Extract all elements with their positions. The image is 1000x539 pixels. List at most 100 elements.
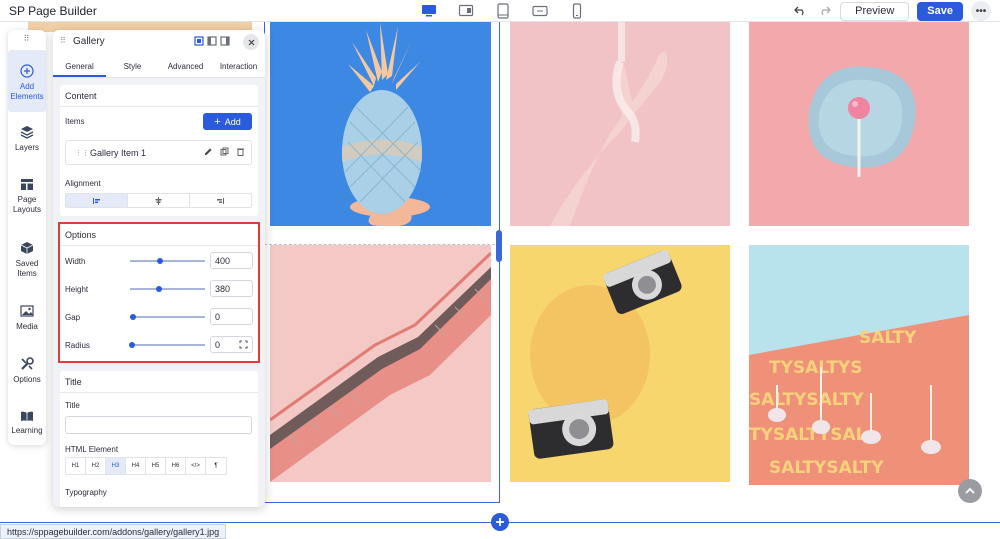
gallery-image-pineapple[interactable]	[270, 22, 491, 226]
panel-title: Gallery	[73, 36, 105, 47]
book-icon	[21, 411, 33, 421]
scroll-to-top-button[interactable]	[958, 479, 982, 503]
align-center-button[interactable]	[128, 194, 190, 207]
rail-item-add-elements[interactable]: Add Elements	[8, 50, 46, 112]
gallery-settings-panel: ⠿ Gallery General Style Advanced Interac…	[53, 30, 265, 507]
rail-item-page-layouts[interactable]: Page Layouts	[8, 178, 46, 215]
layout-icon	[21, 179, 33, 190]
gallery-image-cameras[interactable]	[510, 245, 730, 482]
items-label: Items	[65, 117, 85, 126]
trash-icon[interactable]	[236, 147, 245, 156]
app-title: SP Page Builder	[9, 4, 97, 18]
tablet-landscape-icon	[532, 5, 548, 17]
typography-label: Typography	[65, 488, 107, 497]
lollipop-illustration	[749, 22, 969, 226]
gallery-image-escalator[interactable]	[270, 245, 491, 482]
panel-header: ⠿ Gallery	[53, 30, 265, 54]
rail-item-media[interactable]: Media	[8, 305, 46, 332]
gallery-image-lollipop[interactable]	[749, 22, 969, 226]
close-icon	[248, 39, 254, 45]
top-actions: Preview Save •••	[792, 1, 991, 21]
gallery-image-salty[interactable]: SALTY TYSALTYS SALTYSALTY TYSALTYSAL SAL…	[749, 245, 969, 485]
tag-h2-button[interactable]: H2	[86, 458, 106, 474]
dock-right-icon[interactable]	[220, 36, 230, 46]
panel-drag-handle[interactable]: ⠿	[60, 36, 66, 45]
tab-style[interactable]: Style	[106, 54, 159, 77]
row-divider	[264, 244, 500, 245]
mobile-view-button[interactable]	[568, 2, 586, 20]
hand-illustration	[510, 22, 730, 226]
tablet-view-button[interactable]	[494, 2, 512, 20]
rail-item-learning[interactable]: Learning	[8, 410, 46, 436]
chevron-up-icon	[965, 487, 975, 494]
options-highlight-box	[58, 222, 260, 363]
tag-code-button[interactable]: </>	[186, 458, 206, 474]
rail-item-layers[interactable]: Layers	[8, 125, 46, 153]
column-resize-handle[interactable]	[496, 230, 502, 262]
tag-h4-button[interactable]: H4	[126, 458, 146, 474]
tab-general[interactable]: General	[53, 54, 106, 77]
mobile-icon	[572, 3, 582, 19]
rail-item-label: Page	[17, 195, 37, 204]
plus-icon: +	[214, 115, 221, 128]
rail-item-label: Options	[13, 375, 41, 384]
redo-button[interactable]	[816, 2, 832, 20]
laptop-view-button[interactable]	[457, 2, 475, 20]
dock-left-icon[interactable]	[207, 36, 217, 46]
tag-h1-button[interactable]: H1	[66, 458, 86, 474]
rail-item-options[interactable]: Options	[8, 357, 46, 385]
layers-icon	[20, 126, 34, 139]
rail-item-saved-items[interactable]: Saved Items	[8, 241, 46, 279]
cube-icon	[20, 242, 34, 254]
tab-interaction[interactable]: Interaction	[212, 54, 265, 77]
svg-text:SALTYSALTY: SALTYSALTY	[769, 458, 884, 478]
align-right-button[interactable]	[190, 194, 251, 207]
preview-button[interactable]: Preview	[840, 1, 910, 21]
drag-handle-icon[interactable]: ⋮⋮	[75, 149, 89, 157]
duplicate-icon[interactable]	[220, 147, 229, 156]
alignment-label: Alignment	[65, 179, 101, 188]
tablet-landscape-view-button[interactable]	[531, 2, 549, 20]
rail-drag-handle[interactable]: ⠿	[8, 34, 46, 43]
more-options-button[interactable]: •••	[971, 1, 991, 21]
escalator-illustration	[270, 245, 491, 482]
tag-h5-button[interactable]: H5	[146, 458, 166, 474]
tablet-icon	[497, 3, 509, 19]
undo-icon	[793, 6, 804, 16]
svg-text:SALTYSALTY: SALTYSALTY	[749, 390, 864, 410]
plus-icon	[496, 518, 504, 526]
html-element-selector: H1 H2 H3 H4 H5 H6 </> ¶	[65, 457, 227, 475]
section-heading: Title	[65, 377, 82, 387]
html-element-label: HTML Element	[65, 445, 119, 454]
title-input[interactable]	[65, 416, 252, 434]
rail-item-label: Items	[17, 269, 37, 278]
align-left-icon	[93, 197, 100, 204]
content-section: Content Items + Add ⋮⋮ Gallery Item 1 Al…	[60, 85, 258, 216]
add-item-button[interactable]: + Add	[203, 113, 252, 130]
gallery-image-hand[interactable]	[510, 22, 730, 226]
section-divider	[60, 106, 258, 107]
svg-text:TYSALTYSAL: TYSALTYSAL	[749, 425, 867, 445]
wrench-icon	[21, 357, 34, 370]
media-icon	[19, 305, 34, 317]
plus-circle-icon	[20, 64, 34, 78]
dock-float-icon[interactable]	[194, 36, 204, 46]
tag-h6-button[interactable]: H6	[166, 458, 186, 474]
edit-icon[interactable]	[204, 147, 213, 156]
align-left-button[interactable]	[66, 194, 128, 207]
undo-button[interactable]	[792, 2, 808, 20]
rail-item-label: Learning	[11, 426, 43, 435]
tag-h3-button[interactable]: H3	[106, 458, 126, 474]
tag-paragraph-button[interactable]: ¶	[206, 458, 226, 474]
status-bar-url: https://sppagebuilder.com/addons/gallery…	[0, 524, 227, 539]
desktop-view-button[interactable]	[420, 2, 438, 20]
close-panel-button[interactable]	[243, 34, 259, 50]
add-section-button[interactable]	[491, 513, 509, 531]
section-divider	[60, 392, 258, 393]
save-button[interactable]: Save	[917, 1, 963, 21]
section-heading: Content	[65, 91, 97, 101]
rail-item-label: Saved	[15, 259, 39, 268]
tab-advanced[interactable]: Advanced	[159, 54, 212, 77]
gallery-item-row[interactable]: ⋮⋮ Gallery Item 1	[65, 140, 252, 165]
rail-item-label: Add	[19, 82, 35, 91]
